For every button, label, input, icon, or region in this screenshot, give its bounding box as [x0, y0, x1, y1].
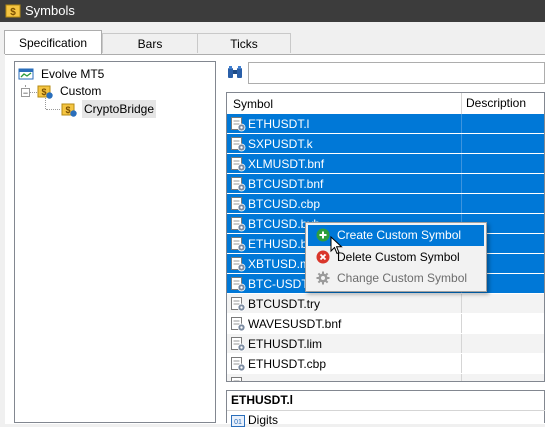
tab-bars[interactable]: Bars	[102, 33, 198, 53]
symbol-cell[interactable]	[227, 374, 461, 381]
binoculars-icon[interactable]	[226, 65, 244, 81]
delete-circle-icon	[316, 250, 330, 264]
tree-node-label: CryptoBridge	[82, 100, 157, 118]
description-cell[interactable]	[461, 134, 544, 153]
custom-symbol-icon	[230, 136, 246, 152]
svg-text:$: $	[65, 105, 70, 115]
table-row[interactable]: BTCUSDT.try	[227, 294, 544, 314]
table-row[interactable]: ETHUSDT.l	[227, 114, 544, 134]
custom-symbol-icon	[230, 196, 246, 212]
tree-node-label: Custom	[60, 84, 102, 98]
symbol-name: WAVESUSDT.bnf	[248, 317, 342, 331]
table-row[interactable]: BTCUSD.cbp	[227, 194, 544, 214]
window-title: Symbols	[25, 3, 75, 18]
tree-line	[46, 109, 60, 110]
symbol-tree[interactable]: − Evolve MT5 $ Custom $ CryptoBridge	[14, 61, 216, 423]
divider	[227, 410, 545, 411]
column-header-description[interactable]: Description	[461, 93, 526, 114]
symbol-cell[interactable]: ETHUSDT.lim	[227, 334, 461, 353]
context-menu: Create Custom Symbol Delete Custom Symbo…	[305, 222, 487, 292]
custom-symbol-icon	[230, 296, 246, 312]
description-cell[interactable]	[461, 374, 544, 381]
custom-symbol-icon	[230, 216, 246, 232]
table-header: Symbol Description	[227, 93, 544, 115]
gear-icon	[316, 271, 330, 285]
symbol-details-panel: ETHUSDT.l 01 Digits	[226, 390, 545, 427]
symbol-cell[interactable]: ETHUSDT.l	[227, 114, 461, 133]
symbol-name: BTCUSDT.bnf	[248, 177, 324, 191]
custom-symbol-icon	[230, 116, 246, 132]
tree-line	[45, 98, 46, 109]
symbol-name: ETHUSDT.lim	[248, 337, 322, 351]
symbol-cell[interactable]: BTCUSDT.try	[227, 294, 461, 313]
description-cell[interactable]	[461, 174, 544, 193]
plus-circle-icon	[316, 228, 330, 242]
menu-item-label: Change Custom Symbol	[337, 271, 468, 285]
menu-item-label: Create Custom Symbol	[337, 228, 462, 242]
custom-symbol-icon	[230, 356, 246, 372]
digits-icon: 01	[231, 415, 245, 427]
symbol-name: ETHUSDT.cbp	[248, 357, 327, 371]
description-cell[interactable]	[461, 314, 544, 333]
description-cell[interactable]	[461, 354, 544, 373]
search-bar	[226, 62, 545, 84]
custom-symbol-icon	[230, 316, 246, 332]
symbol-cell[interactable]: WAVESUSDT.bnf	[227, 314, 461, 333]
custom-symbol-icon	[230, 336, 246, 352]
description-cell[interactable]	[461, 294, 544, 313]
table-row[interactable]: WAVESUSDT.bnf	[227, 314, 544, 334]
title-bar: $ Symbols	[0, 0, 545, 22]
table-row[interactable]: BTCUSDT.bnf	[227, 174, 544, 194]
custom-symbol-icon	[230, 256, 246, 272]
symbol-cell[interactable]: BTCUSDT.bnf	[227, 174, 461, 193]
custom-symbol-icon	[230, 236, 246, 252]
description-cell[interactable]	[461, 334, 544, 353]
tab-ticks[interactable]: Ticks	[197, 33, 291, 53]
symbol-name: XLMUSDT.bnf	[248, 157, 325, 171]
symbol-cell[interactable]: ETHUSDT.cbp	[227, 354, 461, 373]
table-row[interactable]: ETHUSDT.cbp	[227, 354, 544, 374]
description-cell[interactable]	[461, 114, 544, 133]
symbol-name: SXPUSDT.k	[248, 137, 313, 151]
custom-folder-icon: $	[37, 85, 53, 99]
symbol-name: BTCUSD.cbp	[248, 197, 321, 211]
custom-symbol-icon	[230, 376, 246, 381]
symbol-cell[interactable]: SXPUSDT.k	[227, 134, 461, 153]
description-cell[interactable]	[461, 154, 544, 173]
details-field-digits[interactable]: Digits	[248, 413, 278, 427]
symbol-cell[interactable]: BTCUSD.cbp	[227, 194, 461, 213]
tree-node-label: Evolve MT5	[41, 67, 105, 81]
mouse-cursor-icon	[330, 236, 343, 255]
tab-specification[interactable]: Specification	[4, 30, 102, 54]
menu-item-label: Delete Custom Symbol	[337, 250, 460, 264]
table-row[interactable]	[227, 374, 544, 381]
table-row[interactable]: SXPUSDT.k	[227, 134, 544, 154]
table-row[interactable]: XLMUSDT.bnf	[227, 154, 544, 174]
custom-symbol-group-icon: $	[61, 103, 77, 117]
server-icon	[18, 68, 34, 80]
symbol-cell[interactable]: XLMUSDT.bnf	[227, 154, 461, 173]
tab-strip: Specification Bars Ticks	[0, 22, 545, 54]
description-cell[interactable]	[461, 194, 544, 213]
svg-text:$: $	[41, 87, 46, 97]
custom-symbol-icon	[230, 276, 246, 292]
tree-collapse-toggle[interactable]: −	[21, 88, 30, 98]
symbol-name: ETHUSDT.l	[248, 117, 310, 131]
custom-symbol-icon	[230, 176, 246, 192]
tree-line	[29, 92, 37, 93]
symbols-window-icon: $	[5, 4, 21, 18]
column-header-symbol[interactable]: Symbol	[233, 97, 273, 111]
search-input[interactable]	[248, 62, 545, 84]
custom-symbol-icon	[230, 156, 246, 172]
svg-text:$: $	[10, 7, 16, 18]
menu-item-change-custom-symbol: Change Custom Symbol	[308, 268, 484, 289]
symbol-name: BTCUSDT.try	[248, 297, 320, 311]
table-row[interactable]: ETHUSDT.lim	[227, 334, 544, 354]
details-title: ETHUSDT.l	[231, 393, 294, 407]
